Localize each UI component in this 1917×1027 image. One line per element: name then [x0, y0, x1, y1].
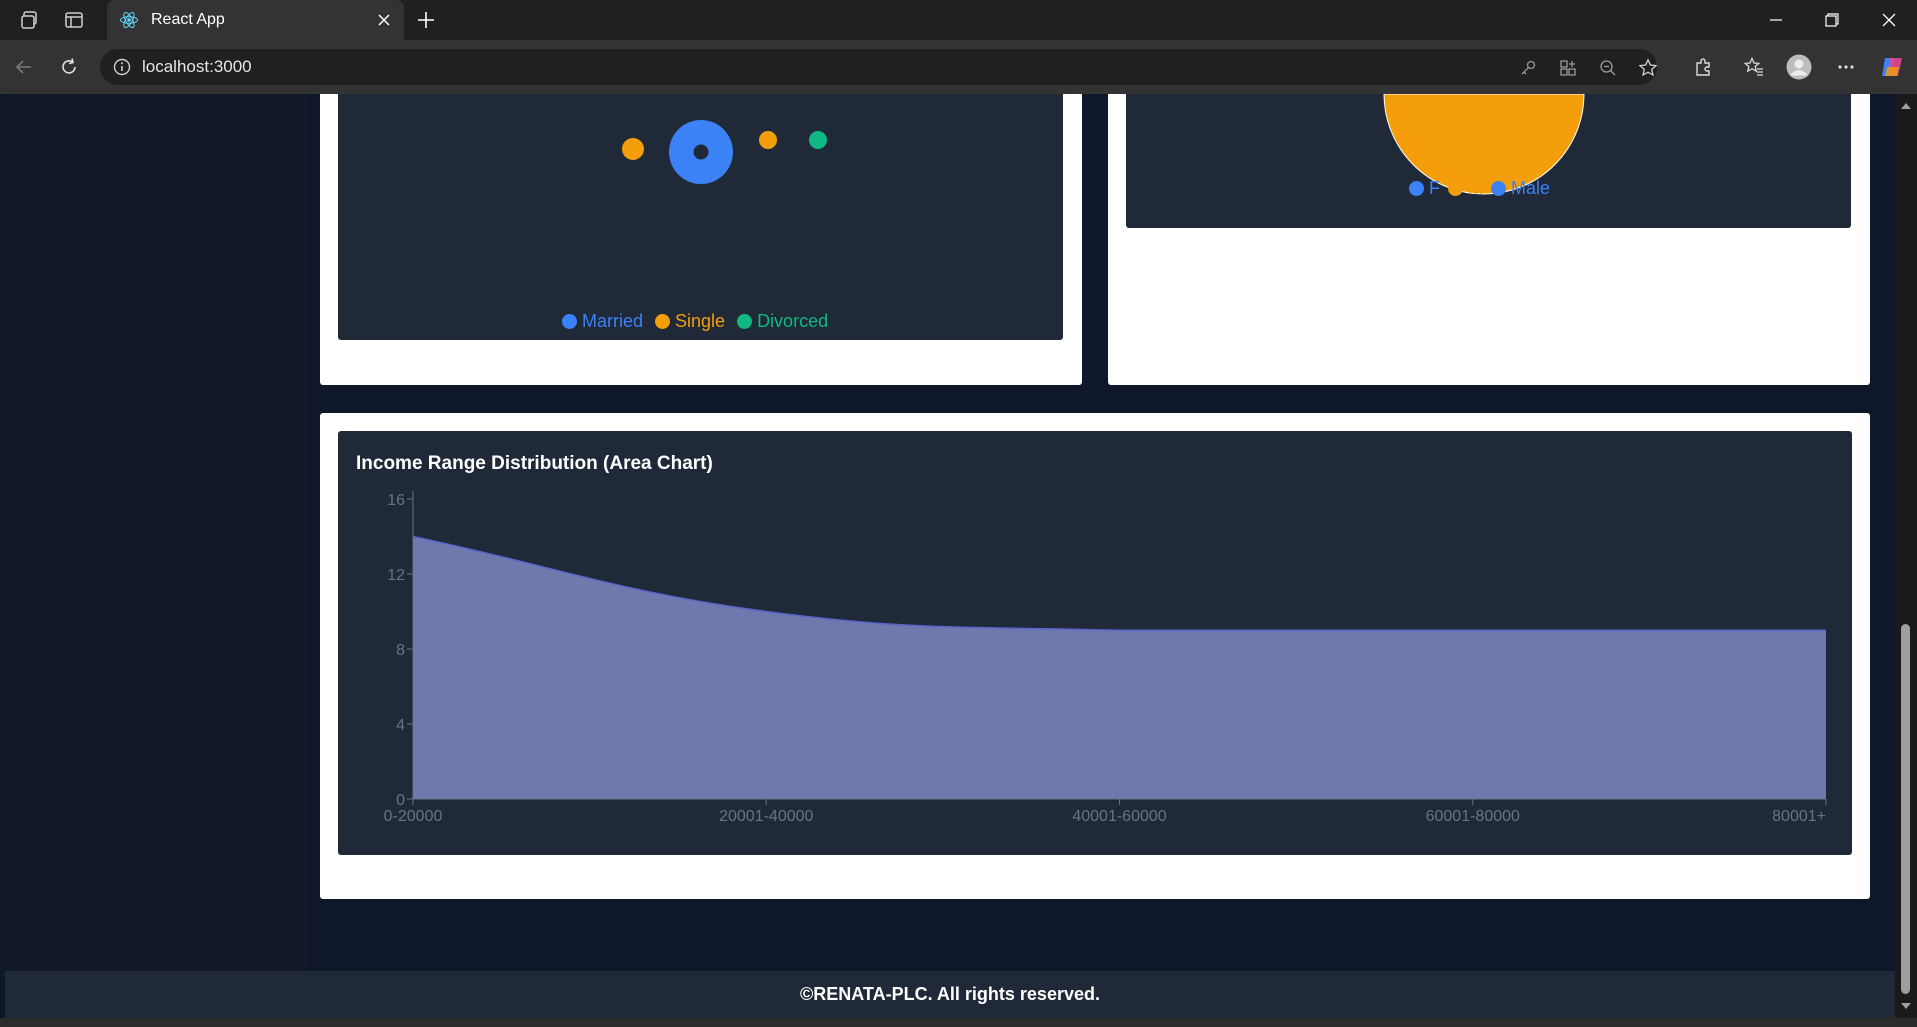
legend-dot	[1409, 181, 1424, 196]
workspaces-icon[interactable]	[18, 8, 42, 32]
browser-tab[interactable]: React App	[107, 0, 404, 40]
marital-status-chart-panel: Married Single Divorced	[338, 94, 1063, 340]
browser-toolbar: localhost:3000	[0, 40, 1917, 94]
y-tick-label: 12	[387, 567, 405, 584]
legend-label: Male	[1511, 178, 1551, 198]
tab-title: React App	[151, 11, 225, 28]
legend-label: Married	[582, 311, 644, 331]
profile-avatar-icon[interactable]	[1785, 53, 1813, 81]
gender-card: 23 F M Male	[1108, 94, 1870, 385]
back-icon[interactable]	[10, 53, 38, 81]
page-viewport: Married Single Divorced 23 F M Male Inco…	[5, 94, 1895, 1018]
pie-single-label-dot	[622, 138, 644, 160]
legend-item-male[interactable]: Male	[1491, 178, 1550, 199]
window-bottom-edge	[0, 1018, 1917, 1027]
marital-status-card: Married Single Divorced	[320, 94, 1082, 385]
favorites-icon[interactable]	[1740, 53, 1768, 81]
legend-label: Divorced	[757, 311, 829, 331]
new-tab-icon[interactable]	[414, 8, 438, 32]
minimize-icon[interactable]	[1762, 8, 1790, 32]
legend-dot	[562, 314, 577, 329]
app-available-icon[interactable]	[1557, 57, 1579, 79]
password-key-icon[interactable]	[1517, 57, 1539, 79]
y-tick-label: 16	[387, 492, 405, 509]
legend-item-married[interactable]: Married	[562, 311, 643, 332]
legend-label: Single	[675, 311, 726, 331]
marital-status-legend: Married Single Divorced	[562, 311, 840, 332]
site-info-icon[interactable]	[112, 57, 132, 77]
gender-chart-panel: 23 F M Male	[1126, 94, 1851, 228]
pie-center-hole	[693, 144, 709, 160]
vertical-tabs-icon[interactable]	[62, 8, 86, 32]
zoom-out-icon[interactable]	[1597, 57, 1619, 79]
close-tab-icon[interactable]	[374, 10, 394, 30]
browser-tab-bar: React App	[0, 0, 1917, 40]
footer: ©RENATA-PLC. All rights reserved.	[5, 971, 1895, 1018]
copyright-text: ©RENATA-PLC. All rights reserved.	[800, 984, 1100, 1004]
copilot-icon[interactable]	[1878, 53, 1906, 81]
legend-dot	[655, 314, 671, 329]
sidebar	[5, 94, 310, 971]
income-range-card: Income Range Distribution (Area Chart) 0…	[320, 413, 1870, 899]
extensions-icon[interactable]	[1689, 53, 1717, 81]
legend-item-single[interactable]: Single	[655, 311, 725, 332]
income-range-chart-panel: Income Range Distribution (Area Chart) 0…	[338, 431, 1852, 855]
favorite-star-icon[interactable]	[1637, 57, 1659, 79]
legend-item-f[interactable]: F	[1409, 178, 1440, 199]
pie-value-label: 23	[1493, 146, 1512, 165]
y-tick-label: 8	[396, 642, 405, 659]
restore-icon[interactable]	[1818, 8, 1846, 32]
x-tick-label: 40001-60000	[1072, 808, 1166, 825]
scroll-up-arrow-icon[interactable]	[1895, 98, 1917, 114]
y-tick-label: 4	[396, 717, 405, 734]
legend-dot	[1491, 181, 1506, 196]
x-tick-label: 80001+	[1772, 808, 1826, 825]
area-fill	[413, 536, 1826, 799]
close-window-icon[interactable]	[1875, 8, 1903, 32]
gender-chart: 23	[1383, 94, 1585, 195]
income-area-chart: 0 4 8 12 16 0-20000 20001-40000 40001-60000 6000…	[384, 491, 1827, 825]
legend-dot	[1448, 181, 1463, 196]
pie-divorced-label-dot	[809, 131, 827, 149]
y-tick-label: 0	[396, 792, 405, 809]
scroll-down-arrow-icon[interactable]	[1895, 998, 1917, 1014]
legend-label: F	[1429, 178, 1440, 198]
address-bar[interactable]: localhost:3000	[100, 49, 1659, 85]
legend-dot	[737, 314, 753, 329]
gender-legend: F M Male	[1409, 178, 1562, 199]
x-tick-label: 60001-80000	[1426, 808, 1520, 825]
x-tick-label: 0-20000	[384, 808, 443, 825]
pie-single-label-dot-2	[759, 131, 777, 149]
more-options-icon[interactable]	[1832, 53, 1860, 81]
legend-item-m[interactable]: M	[1448, 178, 1483, 199]
scrollbar-thumb[interactable]	[1901, 624, 1910, 994]
x-tick-label: 20001-40000	[719, 808, 813, 825]
react-logo-icon	[119, 10, 139, 30]
url-text: localhost:3000	[142, 57, 252, 76]
refresh-icon[interactable]	[55, 53, 83, 81]
page-scrollbar[interactable]	[1895, 94, 1917, 1018]
legend-label: M	[1468, 178, 1483, 198]
legend-item-divorced[interactable]: Divorced	[737, 311, 828, 332]
marital-status-chart	[622, 120, 827, 184]
